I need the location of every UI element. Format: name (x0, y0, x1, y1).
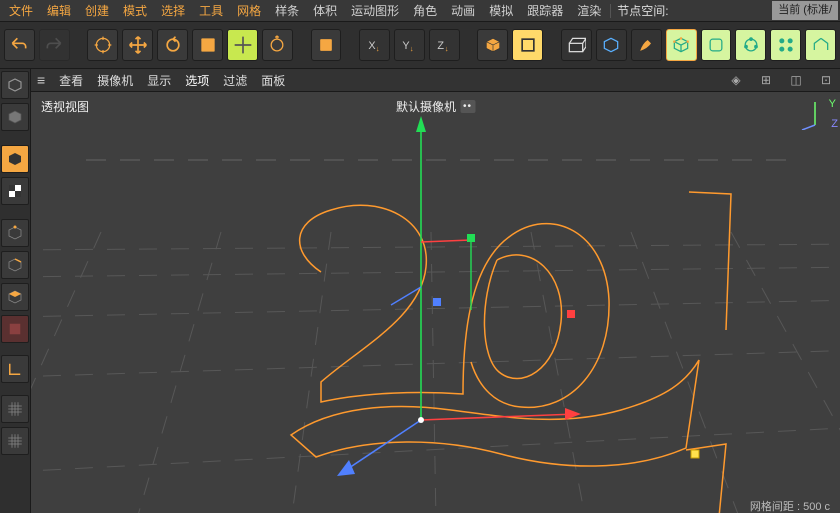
texture-axis-button[interactable] (1, 315, 29, 343)
menu-render[interactable]: 渲染 (570, 0, 608, 21)
viewport-solo2-button[interactable] (1, 427, 29, 455)
viewport-type-label: 透视视图 (41, 98, 89, 115)
menu-spline[interactable]: 样条 (268, 0, 306, 21)
main-toolbar: X↓ Y↓ Z↓ (0, 22, 840, 69)
y-axis-button[interactable]: Y↓ (394, 29, 425, 61)
hamburger-icon[interactable]: ≡ (37, 72, 45, 88)
current-mode-label[interactable]: 当前 (标准/ (772, 1, 838, 20)
main-menu-bar: 文件 编辑 创建 模式 选择 工具 网格 样条 体积 运动图形 角色 动画 模拟… (0, 0, 840, 22)
poly-mode-button[interactable] (1, 283, 29, 311)
vp-menu-panel[interactable]: 面板 (261, 72, 285, 89)
axis-z-label: Z (831, 118, 838, 130)
viewport-solo-button[interactable] (1, 395, 29, 423)
psr-tool[interactable] (262, 29, 293, 61)
paint-button[interactable] (631, 29, 662, 61)
svg-text:↓: ↓ (445, 44, 449, 53)
axis-y-label: Y (829, 98, 836, 110)
sphere-primitive-button[interactable] (701, 29, 732, 61)
menu-volume[interactable]: 体积 (306, 0, 344, 21)
vp-nav-icon-1[interactable]: ◈ (728, 72, 744, 88)
menu-animate[interactable]: 动画 (444, 0, 482, 21)
object-mode-button[interactable] (1, 145, 29, 173)
vp-menu-options[interactable]: 选项 (185, 72, 209, 89)
redo-button[interactable] (39, 29, 70, 61)
select-tool[interactable] (87, 29, 118, 61)
axis-indicator: Y Z (800, 100, 830, 133)
coord-system-button[interactable] (477, 29, 508, 61)
rotate-tool[interactable] (157, 29, 188, 61)
menu-tools[interactable]: 工具 (192, 0, 230, 21)
point-mode-button[interactable] (1, 219, 29, 247)
vp-menu-filter[interactable]: 过滤 (223, 72, 247, 89)
render-view-button[interactable] (512, 29, 543, 61)
scene-drawing (31, 92, 840, 513)
node-space-label: 节点空间: (613, 2, 672, 19)
camera-label[interactable]: 默认摄像机 •• (396, 98, 475, 115)
uv-mode-button[interactable] (1, 177, 29, 205)
vp-nav-icon-2[interactable]: ⊞ (758, 72, 774, 88)
svg-text:↓: ↓ (410, 44, 414, 53)
cloner-button[interactable] (735, 29, 766, 61)
camera-options-icon[interactable]: •• (460, 100, 475, 113)
edge-mode-button[interactable] (1, 251, 29, 279)
vp-menu-view[interactable]: 查看 (59, 72, 83, 89)
recent-tool[interactable] (227, 29, 258, 61)
menu-edit[interactable]: 编辑 (40, 0, 78, 21)
scale-tool[interactable] (192, 29, 223, 61)
svg-text:Y: Y (403, 40, 410, 52)
menu-select[interactable]: 选择 (154, 0, 192, 21)
menu-mode[interactable]: 模式 (116, 0, 154, 21)
svg-text:↓: ↓ (375, 44, 379, 53)
left-mode-bar (0, 69, 31, 513)
move-tool[interactable] (122, 29, 153, 61)
viewport-menu-bar: ≡ 查看 摄像机 显示 选项 过滤 面板 ◈ ⊞ ◫ ⊡ (31, 69, 840, 92)
menu-mesh[interactable]: 网格 (230, 0, 268, 21)
grid-info-label: 网格间距 : 500 c (750, 498, 830, 513)
vp-menu-display[interactable]: 显示 (147, 72, 171, 89)
svg-text:Z: Z (438, 40, 445, 52)
undo-button[interactable] (4, 29, 35, 61)
svg-text:X: X (368, 40, 375, 52)
vp-menu-camera[interactable]: 摄像机 (97, 72, 133, 89)
locked-tool[interactable] (311, 29, 342, 61)
menu-create[interactable]: 创建 (78, 0, 116, 21)
vp-nav-icon-4[interactable]: ⊡ (818, 72, 834, 88)
menu-character[interactable]: 角色 (406, 0, 444, 21)
menu-simulate[interactable]: 模拟 (482, 0, 520, 21)
texture-mode-button[interactable] (1, 103, 29, 131)
viewport-panel: ≡ 查看 摄像机 显示 选项 过滤 面板 ◈ ⊞ ◫ ⊡ 透视视图 默认摄像机 … (31, 69, 840, 513)
menu-mograph[interactable]: 运动图形 (344, 0, 406, 21)
more-button[interactable] (805, 29, 836, 61)
viewport-canvas[interactable]: 透视视图 默认摄像机 •• Y Z 网格间距 : 500 c (31, 92, 840, 513)
axis-button[interactable] (1, 355, 29, 383)
camera-name: 默认摄像机 (396, 98, 456, 115)
vp-nav-icon-3[interactable]: ◫ (788, 72, 804, 88)
menu-separator (610, 4, 611, 18)
x-axis-button[interactable]: X↓ (359, 29, 390, 61)
snap-button[interactable] (596, 29, 627, 61)
workplane-button[interactable] (561, 29, 592, 61)
cube-primitive-button[interactable] (666, 29, 697, 61)
model-mode-button[interactable] (1, 71, 29, 99)
array-button[interactable] (770, 29, 801, 61)
z-axis-button[interactable]: Z↓ (429, 29, 460, 61)
menu-tracker[interactable]: 跟踪器 (520, 0, 570, 21)
menu-file[interactable]: 文件 (2, 0, 40, 21)
